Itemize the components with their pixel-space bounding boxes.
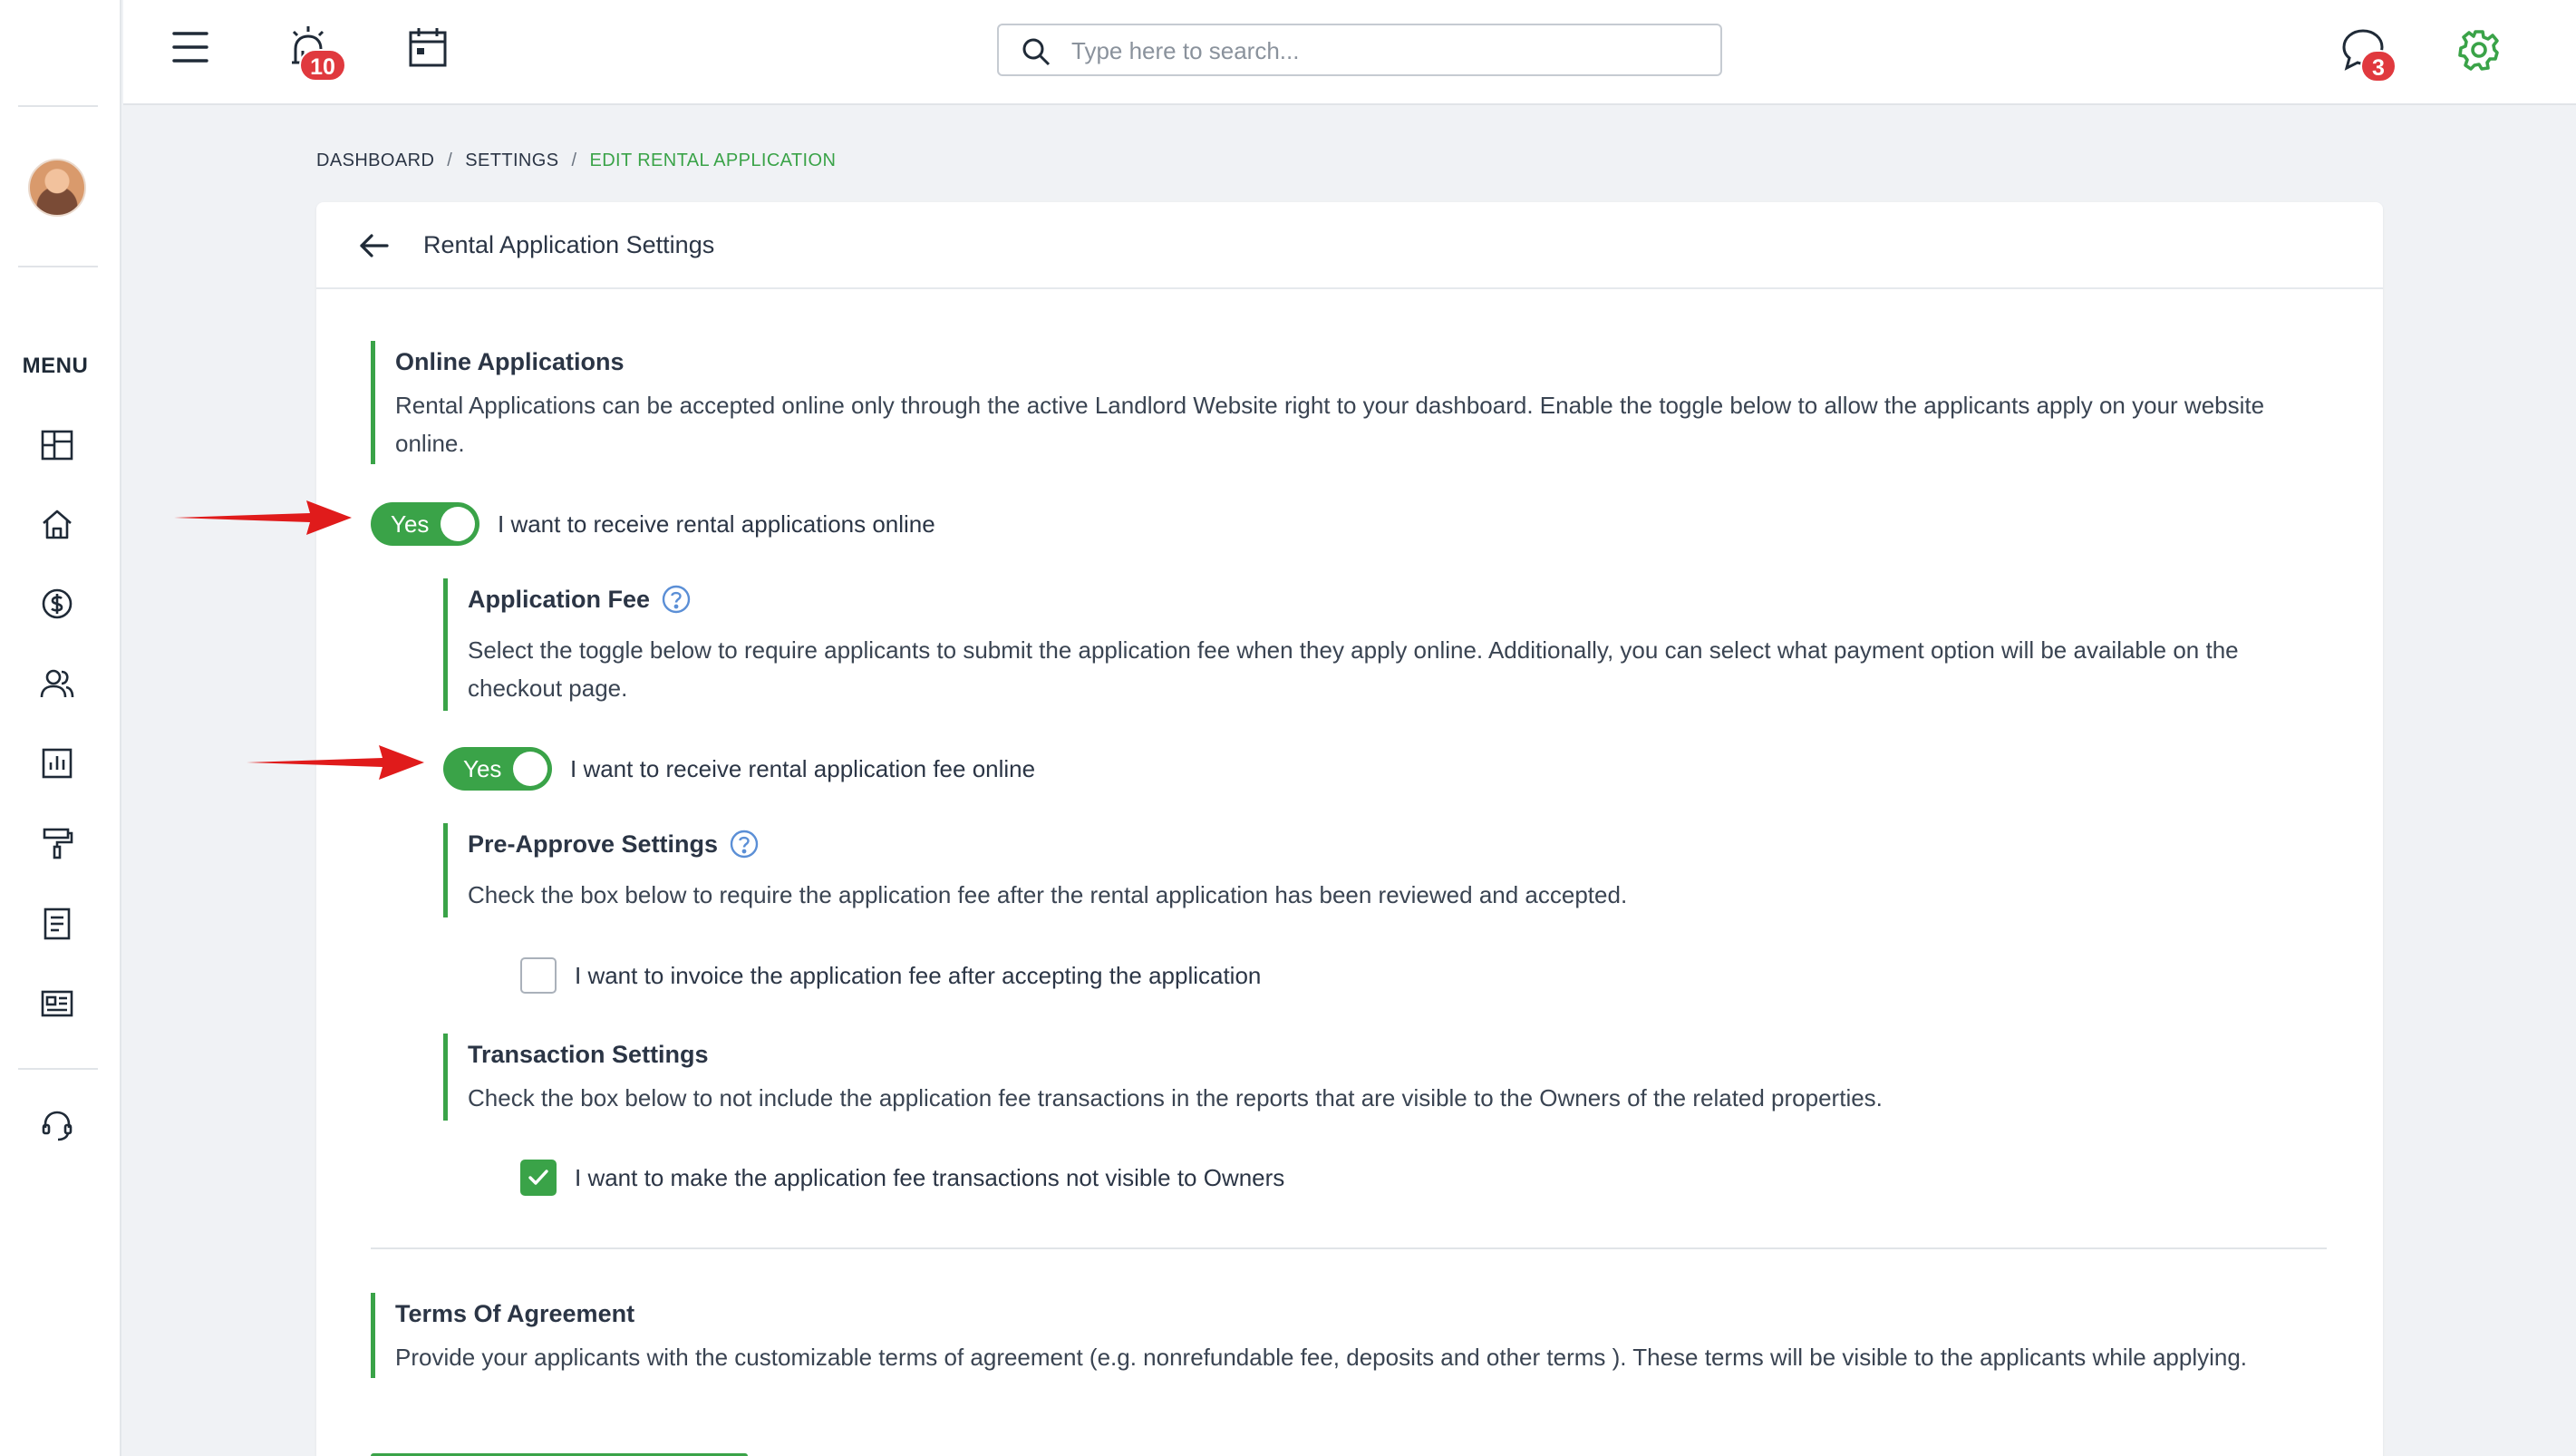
- back-arrow-icon[interactable]: [356, 228, 392, 264]
- toggle-state-label: Yes: [391, 510, 430, 538]
- pre-approve-description: Check the box below to require the appli…: [468, 880, 1628, 908]
- transaction-checkbox[interactable]: [520, 1160, 557, 1196]
- transaction-settings-title: Transaction Settings: [468, 1041, 709, 1068]
- application-fee-title: Application Fee: [468, 584, 2329, 616]
- breadcrumb-current: EDIT RENTAL APPLICATION: [589, 150, 837, 170]
- breadcrumb-separator: /: [447, 150, 453, 170]
- page-title: Rental Application Settings: [423, 231, 715, 258]
- pre-approve-title: Pre-Approve Settings: [468, 829, 2329, 861]
- dashboard-icon[interactable]: [37, 425, 77, 465]
- pre-approve-checkbox-row: I want to invoice the application fee af…: [520, 957, 1261, 994]
- sidebar-divider: [18, 105, 98, 107]
- pre-approve-checkbox[interactable]: [520, 957, 557, 994]
- toggle-knob: [441, 507, 475, 541]
- transaction-settings-section: Transaction Settings Check the box below…: [443, 1034, 2329, 1121]
- alarm-badge: 10: [299, 49, 346, 82]
- calendar-icon[interactable]: [406, 25, 450, 71]
- search-icon: [1021, 36, 1051, 67]
- app-root: MENU 10 Type here to search... 3 DASHBOA…: [0, 0, 2576, 1456]
- terms-description: Provide your applicants with the customi…: [395, 1344, 2248, 1371]
- people-icon[interactable]: [37, 664, 77, 704]
- application-fee-toggle-row: Yes I want to receive rental application…: [443, 747, 1035, 791]
- application-fee-title-text: Application Fee: [468, 586, 651, 613]
- support-headset-icon[interactable]: [37, 1106, 77, 1146]
- online-applications-title: Online Applications: [395, 348, 625, 375]
- transaction-checkbox-row: I want to make the application fee trans…: [520, 1160, 1284, 1196]
- online-applications-toggle-row: Yes I want to receive rental application…: [371, 502, 935, 546]
- application-fee-toggle-label: I want to receive rental application fee…: [570, 754, 1036, 782]
- section-divider: [371, 1247, 2327, 1249]
- avatar[interactable]: [28, 159, 86, 217]
- chat-badge: 3: [2360, 50, 2397, 83]
- breadcrumb-settings[interactable]: SETTINGS: [465, 150, 558, 170]
- toggle-knob: [513, 752, 547, 786]
- breadcrumb: DASHBOARD / SETTINGS / EDIT RENTAL APPLICATI…: [316, 150, 836, 171]
- dollar-icon[interactable]: [37, 584, 77, 624]
- topbar: 10 3: [123, 0, 2576, 105]
- breadcrumb-separator: /: [571, 150, 577, 170]
- application-fee-toggle[interactable]: Yes: [443, 747, 552, 791]
- online-applications-toggle-label: I want to receive rental applications on…: [498, 510, 935, 538]
- home-icon[interactable]: [37, 504, 77, 544]
- checkmark-icon: [528, 1170, 548, 1185]
- transaction-settings-description: Check the box below to not include the a…: [468, 1084, 1883, 1111]
- online-applications-description: Rental Applications can be accepted onli…: [395, 392, 2265, 457]
- toggle-state-label: Yes: [463, 755, 502, 782]
- sidebar: MENU: [0, 0, 121, 1456]
- sidebar-divider: [18, 266, 98, 267]
- hamburger-menu-icon[interactable]: [170, 29, 210, 65]
- reports-icon[interactable]: [37, 743, 77, 783]
- sidebar-divider: [18, 1068, 98, 1070]
- document-icon[interactable]: [37, 904, 77, 944]
- terms-section: Terms Of Agreement Provide your applican…: [371, 1293, 2329, 1378]
- help-icon[interactable]: [729, 829, 760, 859]
- card-header: Rental Application Settings: [316, 202, 2383, 289]
- transaction-checkbox-label: I want to make the application fee trans…: [575, 1163, 1285, 1191]
- paint-roller-icon[interactable]: [37, 823, 77, 863]
- annotation-arrow-icon: [174, 500, 352, 535]
- search-input[interactable]: [1071, 33, 1697, 69]
- settings-card: Rental Application Settings Online Appli…: [316, 202, 2383, 1456]
- terms-title: Terms Of Agreement: [395, 1300, 635, 1327]
- application-fee-section: Application Fee Select the toggle below …: [443, 578, 2329, 711]
- breadcrumb-dashboard[interactable]: DASHBOARD: [316, 150, 434, 170]
- menu-label: MENU: [22, 354, 89, 378]
- listing-icon[interactable]: [37, 984, 77, 1024]
- gear-icon[interactable]: [2456, 27, 2502, 73]
- online-applications-section: Online Applications Rental Applications …: [371, 341, 2329, 464]
- help-icon[interactable]: [661, 584, 692, 615]
- pre-approve-title-text: Pre-Approve Settings: [468, 830, 719, 858]
- search-bar: [997, 24, 1722, 76]
- online-applications-toggle[interactable]: Yes: [371, 502, 479, 546]
- application-fee-description: Select the toggle below to require appli…: [468, 636, 2239, 702]
- pre-approve-checkbox-label: I want to invoice the application fee af…: [575, 961, 1262, 989]
- annotation-arrow-icon: [247, 745, 424, 780]
- pre-approve-section: Pre-Approve Settings Check the box below…: [443, 823, 2329, 917]
